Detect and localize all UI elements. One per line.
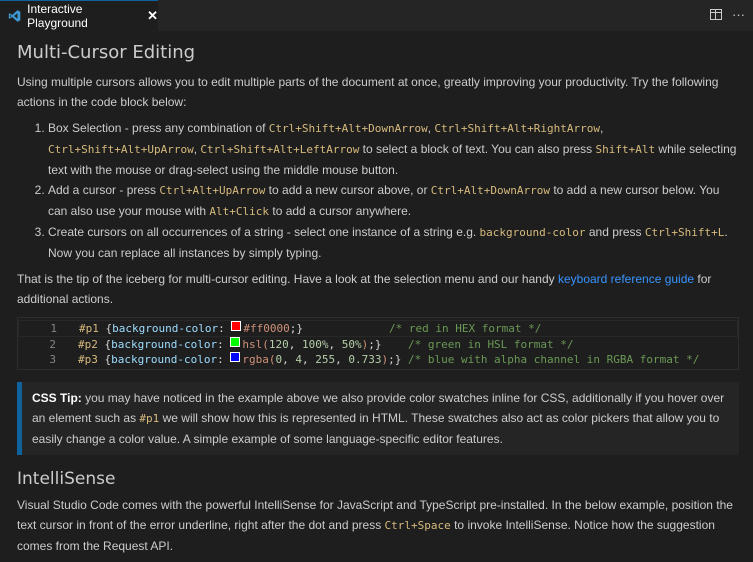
code-comment: /* green in HSL format */ — [407, 338, 574, 351]
css-selector: #p3 — [78, 353, 98, 366]
tab-title: Interactive Playground — [27, 2, 88, 30]
css-value: #ff0000 — [243, 322, 290, 335]
tip-label: CSS Tip: — [32, 391, 82, 405]
css-property: background-color — [111, 353, 218, 366]
spacing — [303, 321, 389, 336]
punctuation: { — [97, 353, 112, 366]
css-selector: #p1 — [79, 322, 99, 335]
css-selector: #p2 — [78, 338, 98, 351]
line-number: 1 — [50, 322, 57, 335]
code-line[interactable]: 3 #p3 {background-color: rgba(0, 4, 255, … — [18, 352, 738, 367]
list-item-all-occurrences: Create cursors on all occurrences of a s… — [48, 222, 739, 263]
keybinding: Shift+Alt — [595, 143, 656, 156]
spacing — [401, 352, 408, 367]
css-number: 100% — [301, 338, 329, 351]
punctuation: , — [301, 353, 316, 366]
intellisense-paragraph: Visual Studio Code comes with the powerf… — [17, 495, 739, 556]
spacing — [381, 337, 408, 352]
punctuation: ;} — [388, 353, 402, 366]
text: , — [599, 121, 604, 135]
text: Box Selection - press any combination of — [48, 121, 269, 135]
keybinding: Ctrl+Shift+Alt+UpArrow — [48, 143, 194, 156]
css-tip-callout: CSS Tip: you may have noticed in the exa… — [17, 382, 739, 455]
intro-paragraph: Using multiple cursors allows you to edi… — [17, 75, 719, 109]
more-actions-icon[interactable]: ··· — [732, 7, 745, 23]
code-comment: /* red in HEX format */ — [389, 322, 542, 335]
css-number: 255 — [315, 353, 336, 366]
keybinding: Ctrl+Shift+Alt+RightArrow — [434, 122, 600, 135]
code-comment: /* blue with alpha channel in RGBA forma… — [407, 353, 700, 366]
punctuation: , — [335, 353, 349, 366]
keybinding: Ctrl+Alt+UpArrow — [159, 184, 266, 197]
css-number: 50% — [341, 338, 362, 351]
line-number: 3 — [49, 353, 56, 366]
close-icon[interactable]: ✕ — [147, 8, 158, 24]
tab-interactive-playground[interactable]: Interactive Playground ✕ — [0, 0, 158, 31]
css-number: 0 — [275, 353, 283, 366]
keybinding: Ctrl+Alt+DownArrow — [430, 184, 550, 197]
code-editor[interactable]: 1 #p1 {background-color: #ff0000;} /* red… — [17, 317, 739, 370]
keybinding: Alt+Click — [209, 205, 270, 218]
split-editor-icon[interactable] — [710, 9, 722, 20]
punctuation: { — [98, 322, 113, 335]
css-function: hsl( — [242, 338, 269, 351]
code-line[interactable]: 1 #p1 {background-color: #ff0000;} /* red… — [18, 320, 738, 337]
punctuation: , — [282, 353, 296, 366]
keybinding: background-color — [479, 226, 586, 239]
vscode-icon — [8, 10, 21, 22]
punctuation: ;} — [289, 322, 303, 335]
keybinding: Ctrl+Shift+Alt+LeftArrow — [200, 143, 360, 156]
punctuation: , — [288, 338, 302, 351]
punctuation: , — [328, 338, 342, 351]
keyboard-reference-link[interactable]: keyboard reference guide — [558, 272, 694, 286]
list-item-box-selection: Box Selection - press any combination of… — [48, 118, 739, 180]
editor-actions: ··· — [710, 7, 745, 23]
text: Add a cursor - press — [48, 183, 160, 197]
punctuation: ;} — [368, 338, 382, 351]
css-property: background-color — [111, 338, 218, 351]
text: to select a block of text. You can also … — [359, 142, 596, 156]
punctuation: : — [217, 353, 231, 366]
tab-bar: Interactive Playground ✕ ··· — [0, 0, 753, 32]
color-swatch-blue[interactable] — [230, 352, 241, 362]
css-number: 0.733 — [348, 353, 382, 366]
text: to add a new cursor above, or — [265, 183, 431, 197]
text: That is the tip of the iceberg for multi… — [17, 272, 558, 286]
css-property: background-color — [112, 322, 219, 335]
css-function: ) — [381, 353, 389, 366]
color-swatch-red[interactable] — [231, 321, 242, 331]
list-item-add-cursor: Add a cursor - press Ctrl+Alt+UpArrow to… — [48, 180, 739, 222]
keybinding: #p1 — [139, 412, 160, 425]
heading-intellisense: IntelliSense — [17, 469, 116, 489]
outro-paragraph: That is the tip of the iceberg for multi… — [17, 269, 739, 309]
code-line[interactable]: 2 #p2 {background-color: hsl(120, 100%, 5… — [18, 337, 738, 352]
color-swatch-green[interactable] — [230, 337, 241, 347]
text: and press — [585, 225, 645, 239]
keybinding: Ctrl+Space — [384, 519, 451, 532]
keybinding: Ctrl+Shift+Alt+DownArrow — [268, 122, 428, 135]
actions-list: Box Selection - press any combination of… — [17, 118, 739, 263]
css-function: rgba( — [242, 353, 276, 366]
heading-multi-cursor: Multi-Cursor Editing — [17, 42, 196, 63]
keybinding: Ctrl+Shift+L — [644, 226, 725, 239]
text: to add a cursor anywhere. — [269, 204, 412, 218]
text: Create cursors on all occurrences of a s… — [48, 225, 480, 239]
punctuation: : — [217, 338, 231, 351]
css-number: 4 — [295, 353, 302, 366]
line-number: 2 — [49, 338, 56, 351]
css-number: 120 — [268, 338, 289, 351]
punctuation: { — [97, 338, 112, 351]
css-function: ) — [361, 338, 369, 351]
punctuation: : — [218, 322, 232, 335]
